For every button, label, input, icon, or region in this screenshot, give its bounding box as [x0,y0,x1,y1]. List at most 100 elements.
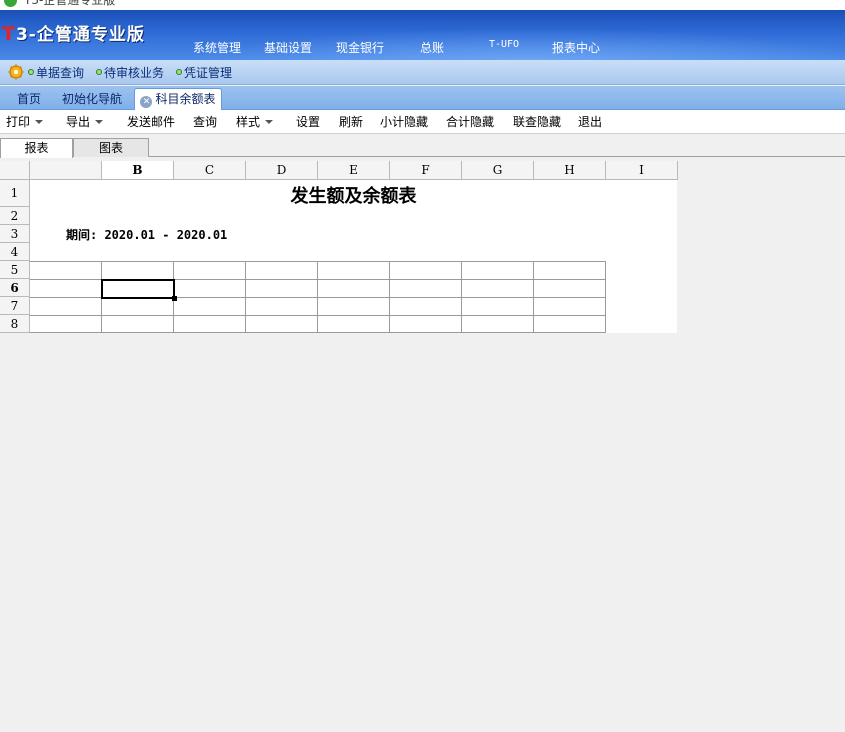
grid-cell[interactable] [462,298,534,316]
chevron-down-icon [95,120,104,124]
fill-handle[interactable] [172,296,177,301]
app-window: T3-企管通专业版 T 3-企管通专业版 系统管理 基础设置 现金银行 总账 T… [0,0,845,732]
top-nav: 系统管理 基础设置 现金银行 总账 T-UFO 报表中心 [182,39,612,56]
print-button[interactable]: 打印 [6,110,44,134]
grid-cell[interactable] [246,298,318,316]
column-header[interactable]: H [534,161,606,180]
window-title: T3-企管通专业版 [24,0,116,7]
grid-cell[interactable] [246,261,318,280]
logo-letter: T [2,23,16,45]
row-header[interactable]: 5 [0,261,30,279]
banner: T 3-企管通专业版 系统管理 基础设置 现金银行 总账 T-UFO 报表中心 [0,10,845,60]
quick-item-label: 单据查询 [36,65,85,80]
report-title: 发生额及余额表 [290,186,417,207]
grid-cell[interactable] [246,280,318,298]
grid-cell[interactable] [102,316,174,333]
grid-cell[interactable] [534,280,606,298]
column-header[interactable]: C [174,161,246,180]
subtotal-hide-button[interactable]: 小计隐藏 [380,110,428,134]
send-email-button[interactable]: 发送邮件 [127,110,175,134]
grid-cell[interactable] [102,298,174,316]
grid-cell[interactable] [318,298,390,316]
tab-bar: 首页 初始化导航 ✕ 科目余额表 [0,86,845,111]
bullet-icon [96,69,103,75]
refresh-button[interactable]: 刷新 [339,110,363,134]
tab-init-navigation[interactable]: 初始化导航 [56,89,128,110]
app-icon [4,0,17,7]
grid-cell[interactable] [390,298,462,316]
grid-cell[interactable] [534,261,606,280]
grid-cell[interactable] [30,298,102,316]
grid-cell[interactable] [30,280,102,298]
tab-account-balance[interactable]: ✕ 科目余额表 [134,88,222,111]
nav-basic-settings[interactable]: 基础设置 [252,39,324,56]
nav-system-management[interactable]: 系统管理 [182,39,252,56]
quick-item-voucher-management[interactable]: 凭证管理 [176,64,232,81]
grid-cell[interactable] [174,280,246,298]
grid-corner[interactable] [0,161,30,180]
active-cell-cursor[interactable] [101,279,175,299]
bullet-icon [176,69,183,75]
row-header[interactable]: 2 [0,207,30,225]
nav-cash-bank[interactable]: 现金银行 [324,39,396,56]
total-hide-button[interactable]: 合计隐藏 [446,110,494,134]
nav-report-center[interactable]: 报表中心 [540,39,612,56]
grid-cell[interactable] [30,316,102,333]
grid-cell[interactable] [174,298,246,316]
grid-cell[interactable] [462,280,534,298]
bullet-icon [28,69,34,75]
grid-cell[interactable] [390,261,462,280]
nav-t-ufo[interactable]: T-UFO [468,39,540,56]
logo-text: 3-企管通专业版 [15,25,145,45]
quick-item-label: 待审核业务 [104,65,165,80]
row-header[interactable]: 6 [0,279,30,297]
grid-cell[interactable] [462,316,534,333]
quick-bar: 单据查询 待审核业务 凭证管理 [0,60,845,85]
grid-cell[interactable] [102,261,174,280]
exit-button[interactable]: 退出 [578,110,602,134]
settings-button[interactable]: 设置 [296,110,320,134]
row-header[interactable]: 7 [0,297,30,315]
style-button[interactable]: 样式 [236,110,274,134]
tab-report[interactable]: 报表 [0,138,73,158]
nav-general-ledger[interactable]: 总账 [396,39,468,56]
tab-home[interactable]: 首页 [8,89,50,110]
view-tabs: 报表 图表 [0,135,845,158]
row-header[interactable]: 3 [0,225,30,243]
grid-cell[interactable] [174,261,246,280]
gear-icon[interactable] [8,64,24,80]
brand-logo: T 3-企管通专业版 [2,20,145,46]
query-button[interactable]: 查询 [193,110,217,134]
column-header[interactable]: I [606,161,678,180]
column-header[interactable]: D [246,161,318,180]
sheet-body[interactable]: 发生额及余额表 期间: 2020.01 - 2020.01 [30,180,677,333]
export-button[interactable]: 导出 [66,110,104,134]
quick-item-label: 凭证管理 [184,65,233,80]
drilldown-hide-button[interactable]: 联查隐藏 [513,110,561,134]
grid-cell[interactable] [246,316,318,333]
quick-item-document-query[interactable]: 单据查询 [28,64,84,81]
grid-cell[interactable] [318,280,390,298]
grid-cell[interactable] [318,316,390,333]
close-icon[interactable]: ✕ [140,96,153,108]
grid-cell[interactable] [390,316,462,333]
tab-chart[interactable]: 图表 [73,138,149,157]
row-header[interactable]: 1 [0,180,30,207]
grid-cell[interactable] [318,261,390,280]
grid-cell[interactable] [30,261,102,280]
grid-cell[interactable] [534,298,606,316]
column-header[interactable]: B [102,161,174,180]
grid-cell[interactable] [174,316,246,333]
quick-item-pending-review[interactable]: 待审核业务 [96,64,164,81]
column-header[interactable]: F [390,161,462,180]
grid-cell[interactable] [462,261,534,280]
grid-cell[interactable] [390,280,462,298]
row-header[interactable]: 4 [0,243,30,261]
tab-label: 科目余额表 [155,92,216,106]
column-header[interactable]: G [462,161,534,180]
column-header-a[interactable] [30,161,102,180]
column-header[interactable]: E [318,161,390,180]
chevron-down-icon [35,120,44,124]
grid-cell[interactable] [534,316,606,333]
row-header[interactable]: 8 [0,315,30,333]
